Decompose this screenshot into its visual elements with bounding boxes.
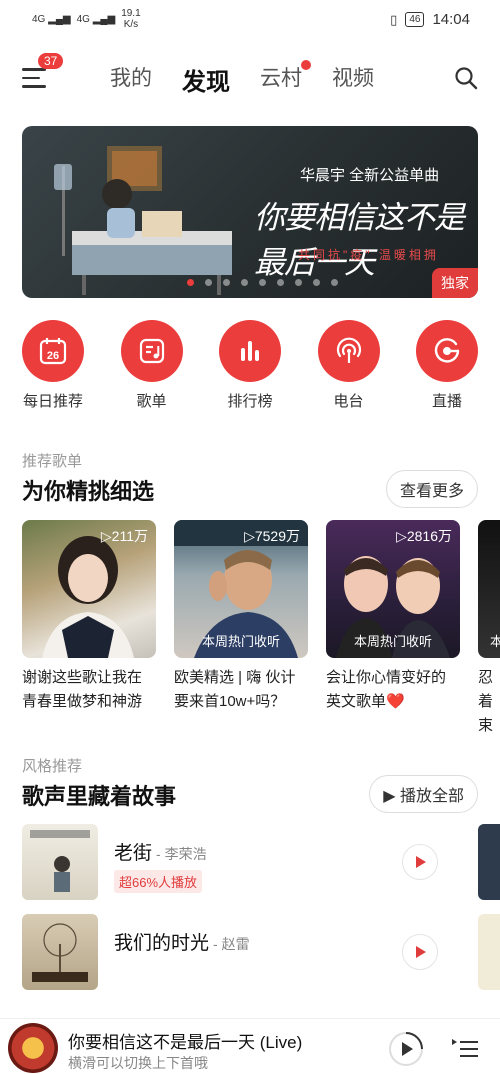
hot-tag: 本周热门收听: [201, 634, 280, 649]
playlist-icon: [139, 338, 164, 364]
playlist-title: 欧美精选 | 嗨 伙计要来首10w+吗？: [174, 669, 296, 710]
top-nav: 37 我的 发现 云村 视频: [0, 50, 500, 106]
next-column-peek: [478, 914, 500, 990]
play-triangle-icon: [416, 856, 426, 868]
play-count: ▷211万: [100, 528, 148, 544]
tab-discover[interactable]: 发现: [182, 62, 230, 97]
playlist-title: 谢谢这些歌让我在青春里做梦和神游: [22, 669, 143, 710]
playlist-card[interactable]: ▷2816万 本周热门收听 会让你心情变好的英文歌单❤️: [326, 520, 460, 738]
live-button[interactable]: 直播: [416, 320, 478, 411]
song-cover: [22, 824, 98, 900]
song-title: 我们的时光 - 赵雷: [114, 933, 250, 954]
network-speed: 19.1 K/s: [121, 8, 141, 30]
play-all-button[interactable]: ▶ 播放全部: [369, 775, 478, 813]
song-row[interactable]: 我们的时光 - 赵雷: [22, 914, 500, 992]
playlist-cover: ▷2816万 本周热门收听: [326, 520, 460, 658]
song-play-button[interactable]: [402, 934, 438, 970]
notification-badge: 37: [38, 53, 64, 69]
carousel-dot[interactable]: [313, 279, 320, 286]
play-pause-button[interactable]: [388, 1031, 424, 1067]
hot-tag: 本周热门收听: [353, 634, 432, 649]
tab-community[interactable]: 云村: [260, 60, 311, 97]
calendar-day: 26: [47, 350, 59, 362]
playlist-button[interactable]: 歌单: [120, 320, 183, 411]
tab-mine[interactable]: 我的: [110, 62, 152, 97]
banner-illustration: [54, 146, 232, 295]
live-icon: [434, 338, 460, 363]
exclusive-tag: 独家: [432, 268, 478, 298]
banner-subtitle: 共同抗"疫" 温暖相拥: [298, 248, 439, 262]
playlist-card[interactable]: ▷7529万 本周热门收听 欧美精选 | 嗨 伙计要来首10w+吗？: [174, 520, 308, 738]
song-play-button[interactable]: [402, 844, 438, 880]
see-more-button[interactable]: 查看更多: [385, 470, 478, 508]
song-title: 老街 - 李荣浩: [114, 843, 207, 864]
playlist-cover: ▷7529万 本周热门收听: [174, 520, 308, 658]
radio-label: 电台: [333, 393, 364, 410]
now-playing-title: 你要相信这不是最后一天 (Live): [68, 1033, 303, 1052]
quick-entries: 26 每日推荐 歌单 排行榜 电台 直播: [22, 320, 478, 411]
daily-recommend-label: 每日推荐: [22, 393, 83, 410]
carousel-dot[interactable]: [187, 279, 194, 286]
carousel-dot[interactable]: [277, 279, 284, 286]
vibrate-icon: ▯: [390, 11, 398, 27]
charts-button[interactable]: 排行榜: [219, 320, 281, 411]
new-dot: [301, 60, 311, 70]
battery-indicator: 46: [405, 12, 425, 27]
clock: 14:04: [432, 11, 470, 28]
carousel-dot[interactable]: [223, 279, 230, 286]
calendar-icon: 26: [39, 338, 67, 365]
search-icon[interactable]: [454, 66, 478, 90]
playlist-cover: ▷211万: [22, 520, 156, 658]
play-count: ▷2816万: [396, 528, 452, 544]
banner-artist: 华晨宇 全新公益单曲: [300, 167, 440, 184]
song-artist: - 李荣浩: [156, 846, 207, 862]
radio-button[interactable]: 电台: [317, 320, 380, 411]
playlist-queue-icon[interactable]: [452, 1039, 480, 1059]
tab-bar: 我的 发现 云村 视频: [110, 60, 374, 97]
style-kicker: 风格推荐: [22, 758, 83, 775]
playlist-card-partial[interactable]: 本 忍着束: [478, 520, 500, 738]
charts-label: 排行榜: [227, 393, 273, 410]
status-bar: 4G ▂▄▆ 4G ▂▄▆ 19.1 K/s ▯ 46 14:04: [0, 0, 500, 40]
play-count: ▷7529万: [244, 528, 300, 544]
mini-player[interactable]: 你要相信这不是最后一天 (Live) 横滑可以切换上下首哦: [0, 1018, 500, 1074]
daily-recommend-button[interactable]: 26 每日推荐: [22, 320, 84, 411]
radio-icon: [336, 337, 361, 363]
playlist-title: 会让你心情变好的英文歌单❤️: [326, 669, 447, 710]
recommend-title: 为你精挑细选: [22, 479, 155, 504]
playlist-title: 忍着束: [478, 669, 494, 734]
recommend-kicker: 推荐歌单: [22, 453, 83, 470]
playlist-cover: 本: [478, 520, 500, 658]
playlist-cards: ▷211万 谢谢这些歌让我在青春里做梦和神游 ▷7529万 本周热门收听 欧美精…: [22, 520, 500, 738]
song-tag: 超66%人播放: [114, 870, 203, 893]
now-playing-hint: 横滑可以切换上下首哦: [68, 1055, 208, 1071]
playlist-label: 歌单: [136, 393, 167, 410]
signal-indicator-1: 4G ▂▄▆: [32, 13, 71, 25]
carousel-dot[interactable]: [241, 279, 248, 286]
carousel-dot[interactable]: [331, 279, 338, 286]
song-cover: [22, 914, 98, 990]
carousel-dots: [187, 279, 338, 286]
style-title: 歌声里藏着故事: [22, 784, 177, 809]
song-row[interactable]: 老街 - 李荣浩 超66%人播放: [22, 824, 500, 902]
carousel-dot[interactable]: [295, 279, 302, 286]
playlist-card[interactable]: ▷211万 谢谢这些歌让我在青春里做梦和神游: [22, 520, 156, 738]
chart-bars-icon: [241, 341, 259, 361]
album-disc: [8, 1023, 58, 1073]
tab-video[interactable]: 视频: [332, 62, 374, 97]
hot-tag: 本: [490, 634, 500, 649]
song-artist: - 赵雷: [213, 936, 250, 952]
play-triangle-icon: [416, 946, 426, 958]
carousel-dot[interactable]: [205, 279, 212, 286]
next-column-peek: [478, 824, 500, 900]
banner-carousel[interactable]: 华晨宇 全新公益单曲 你要相信这不是最后一天 共同抗"疫" 温暖相拥 独家: [22, 126, 478, 298]
live-label: 直播: [431, 393, 462, 410]
signal-indicator-2: 4G ▂▄▆: [76, 13, 116, 25]
carousel-dot[interactable]: [259, 279, 266, 286]
menu-button[interactable]: [22, 68, 48, 90]
play-icon: ▶: [383, 788, 400, 805]
